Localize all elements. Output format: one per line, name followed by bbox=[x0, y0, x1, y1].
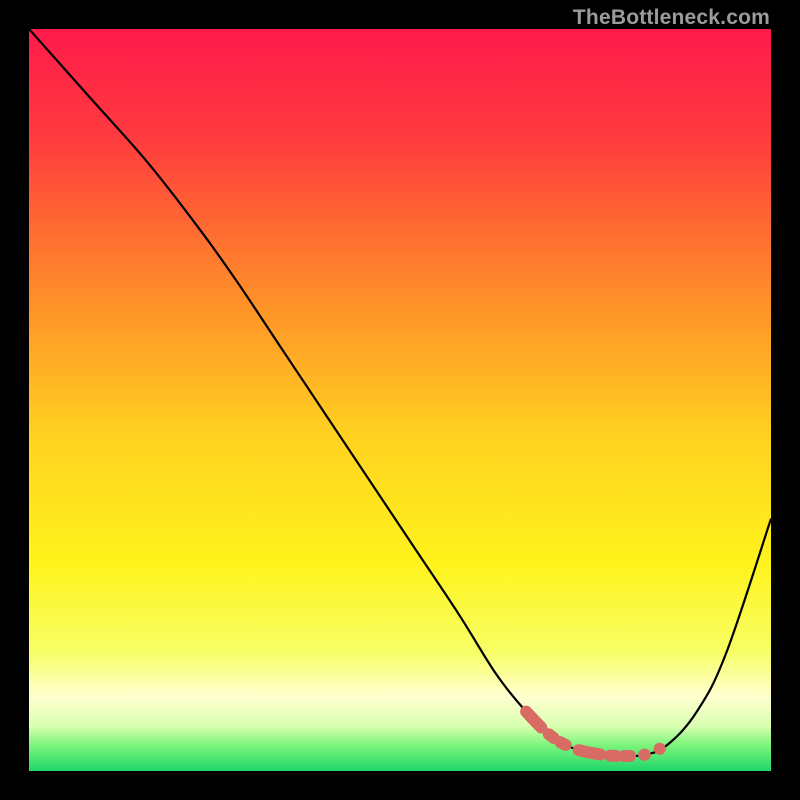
watermark-text: TheBottleneck.com bbox=[573, 6, 770, 30]
chart-frame: TheBottleneck.com bbox=[0, 0, 800, 800]
optimal-zone-end-dot bbox=[654, 743, 666, 755]
chart-svg bbox=[29, 29, 771, 771]
gradient-background bbox=[29, 29, 771, 771]
plot-area bbox=[29, 29, 771, 771]
